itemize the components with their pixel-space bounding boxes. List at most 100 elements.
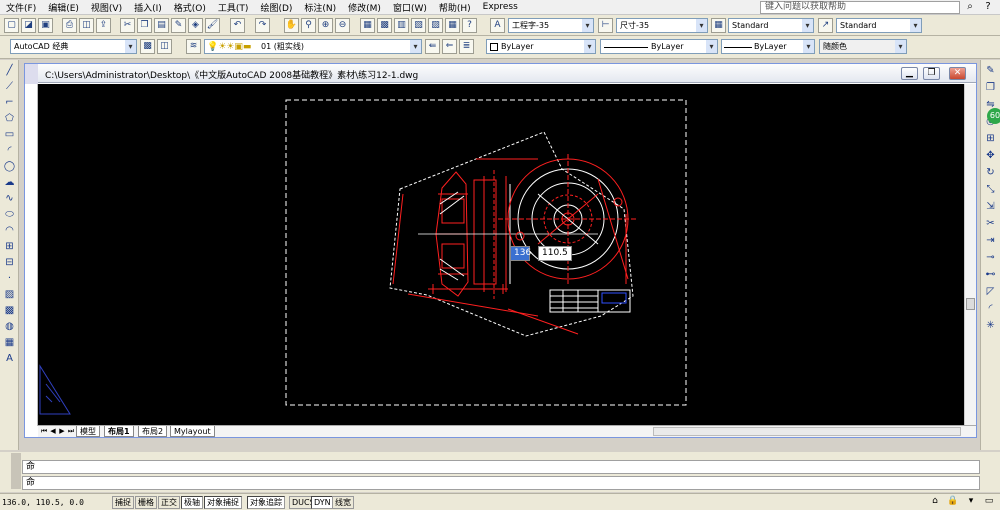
help-icon[interactable]: ?: [980, 1, 996, 14]
text-style-select[interactable]: 工程字-35: [508, 18, 594, 33]
save-workspace-icon[interactable]: ◫: [157, 39, 172, 54]
copy-icon[interactable]: ❐: [137, 18, 152, 33]
circle-icon[interactable]: ◯: [2, 160, 17, 174]
hatch-icon[interactable]: ▨: [2, 288, 17, 302]
mtext-icon[interactable]: A: [2, 352, 17, 366]
workspace-settings-icon[interactable]: ▩: [140, 39, 155, 54]
tab-first-icon[interactable]: ⏮: [40, 426, 48, 437]
extend-icon[interactable]: ⇥: [983, 234, 998, 248]
otrack-toggle[interactable]: 对象追踪: [247, 496, 285, 509]
multileader-style-icon[interactable]: ↗: [818, 18, 833, 33]
tab-prev-icon[interactable]: ◀: [49, 426, 57, 437]
copy-icon[interactable]: ❐: [983, 81, 998, 95]
layer-previous-icon[interactable]: ⇐: [442, 39, 457, 54]
table-icon[interactable]: ▦: [2, 336, 17, 350]
zoom-realtime-icon[interactable]: ⚲: [301, 18, 316, 33]
command-input[interactable]: 命: [22, 476, 980, 490]
polyline-icon[interactable]: ⌐: [2, 96, 17, 110]
construction-line-icon[interactable]: ⟋: [2, 80, 17, 94]
communication-center-icon[interactable]: ⌂: [928, 496, 942, 509]
menu-item-2[interactable]: 视图(V): [85, 1, 128, 14]
cut-icon[interactable]: ✂: [120, 18, 135, 33]
dynamic-input-x[interactable]: 136: [510, 246, 531, 261]
text-style-icon[interactable]: A: [490, 18, 505, 33]
dim-style-select[interactable]: 尺寸-35: [616, 18, 708, 33]
move-icon[interactable]: ✥: [983, 149, 998, 163]
menu-item-6[interactable]: 绘图(D): [254, 1, 298, 14]
publish-icon[interactable]: ⇪: [96, 18, 111, 33]
horizontal-scrollbar[interactable]: [653, 427, 961, 436]
tab-layout1[interactable]: 布局1: [104, 426, 134, 437]
menu-item-0[interactable]: 文件(F): [0, 1, 42, 14]
revcloud-icon[interactable]: ☁: [2, 176, 17, 190]
osnap-toggle[interactable]: 对象捕捉: [204, 496, 242, 509]
vertical-scrollbar[interactable]: [964, 84, 976, 426]
vertical-scroll-thumb[interactable]: [966, 298, 975, 310]
new-icon[interactable]: ▢: [4, 18, 19, 33]
tab-layout2[interactable]: 布局2: [138, 426, 168, 437]
snap-toggle[interactable]: 捕捉: [112, 496, 134, 509]
lineweight-toggle[interactable]: 线宽: [332, 496, 354, 509]
menu-item-10[interactable]: 帮助(H): [433, 1, 477, 14]
menu-item-7[interactable]: 标注(N): [298, 1, 342, 14]
polar-toggle[interactable]: 极轴: [181, 496, 203, 509]
status-menu-icon[interactable]: ▾: [964, 496, 978, 509]
calculator-icon[interactable]: ▦: [445, 18, 460, 33]
tab-last-icon[interactable]: ⏭: [67, 426, 75, 437]
erase-icon[interactable]: ✎: [983, 64, 998, 78]
scale-icon[interactable]: ⤡: [983, 183, 998, 197]
menu-item-5[interactable]: 工具(T): [212, 1, 255, 14]
restore-button[interactable]: ❐: [923, 67, 940, 80]
menu-item-3[interactable]: 插入(I): [128, 1, 168, 14]
table-style-select[interactable]: Standard: [728, 18, 814, 33]
close-button[interactable]: ✕: [949, 67, 966, 80]
open-icon[interactable]: ◪: [21, 18, 36, 33]
print-icon[interactable]: ⎙: [62, 18, 77, 33]
spline-icon[interactable]: ∿: [2, 192, 17, 206]
brush-icon[interactable]: 🖌: [205, 18, 220, 33]
insert-block-icon[interactable]: ⊞: [2, 240, 17, 254]
point-icon[interactable]: ·: [2, 272, 17, 286]
gradient-icon[interactable]: ▩: [2, 304, 17, 318]
color-select[interactable]: ByLayer: [486, 39, 596, 54]
ellipse-arc-icon[interactable]: ◠: [2, 224, 17, 238]
lock-icon[interactable]: 🔒: [946, 496, 960, 509]
break-icon[interactable]: ⊸: [983, 251, 998, 265]
explode-icon[interactable]: ✳: [983, 319, 998, 333]
paste-icon[interactable]: ▤: [154, 18, 169, 33]
grid-toggle[interactable]: 栅格: [135, 496, 157, 509]
pan-icon[interactable]: ✋: [284, 18, 299, 33]
arc-icon[interactable]: ◜: [2, 144, 17, 158]
trim-icon[interactable]: ✂: [983, 217, 998, 231]
drawing-canvas[interactable]: 136 110.5: [38, 84, 965, 426]
fillet-icon[interactable]: ◜: [983, 302, 998, 316]
tab-model[interactable]: 模型: [76, 426, 100, 437]
design-center-icon[interactable]: ▩: [377, 18, 392, 33]
tool-palettes-icon[interactable]: ▥: [394, 18, 409, 33]
markup-icon[interactable]: ▨: [428, 18, 443, 33]
menu-item-9[interactable]: 窗口(W): [387, 1, 433, 14]
menu-item-11[interactable]: Express: [477, 2, 524, 12]
sheet-set-icon[interactable]: ▧: [411, 18, 426, 33]
menu-item-8[interactable]: 修改(M): [342, 1, 387, 14]
dyn-toggle[interactable]: DYN: [311, 496, 334, 509]
dim-style-icon[interactable]: ⊢: [598, 18, 613, 33]
region-icon[interactable]: ◍: [2, 320, 17, 334]
tab-next-icon[interactable]: ▶: [58, 426, 66, 437]
workspace-select[interactable]: AutoCAD 经典: [10, 39, 137, 54]
line-icon[interactable]: ╱: [2, 64, 17, 78]
join-icon[interactable]: ⊷: [983, 268, 998, 282]
command-window-grip[interactable]: [11, 453, 21, 489]
preview-icon[interactable]: ◫: [79, 18, 94, 33]
help-search-input[interactable]: 键入问题以获取帮助: [760, 1, 960, 14]
help-toolbar-icon[interactable]: ?: [462, 18, 477, 33]
ortho-toggle[interactable]: 正交: [158, 496, 180, 509]
multileader-style-select[interactable]: Standard: [836, 18, 922, 33]
layer-manager-icon[interactable]: ≋: [186, 39, 201, 54]
dynamic-input-y[interactable]: 110.5: [538, 246, 572, 261]
table-style-icon[interactable]: ▦: [711, 18, 726, 33]
layer-make-current-icon[interactable]: ⇚: [425, 39, 440, 54]
block-editor-icon[interactable]: ◈: [188, 18, 203, 33]
layer-tools-icon[interactable]: ≣: [459, 39, 474, 54]
array-icon[interactable]: ⊞: [983, 132, 998, 146]
